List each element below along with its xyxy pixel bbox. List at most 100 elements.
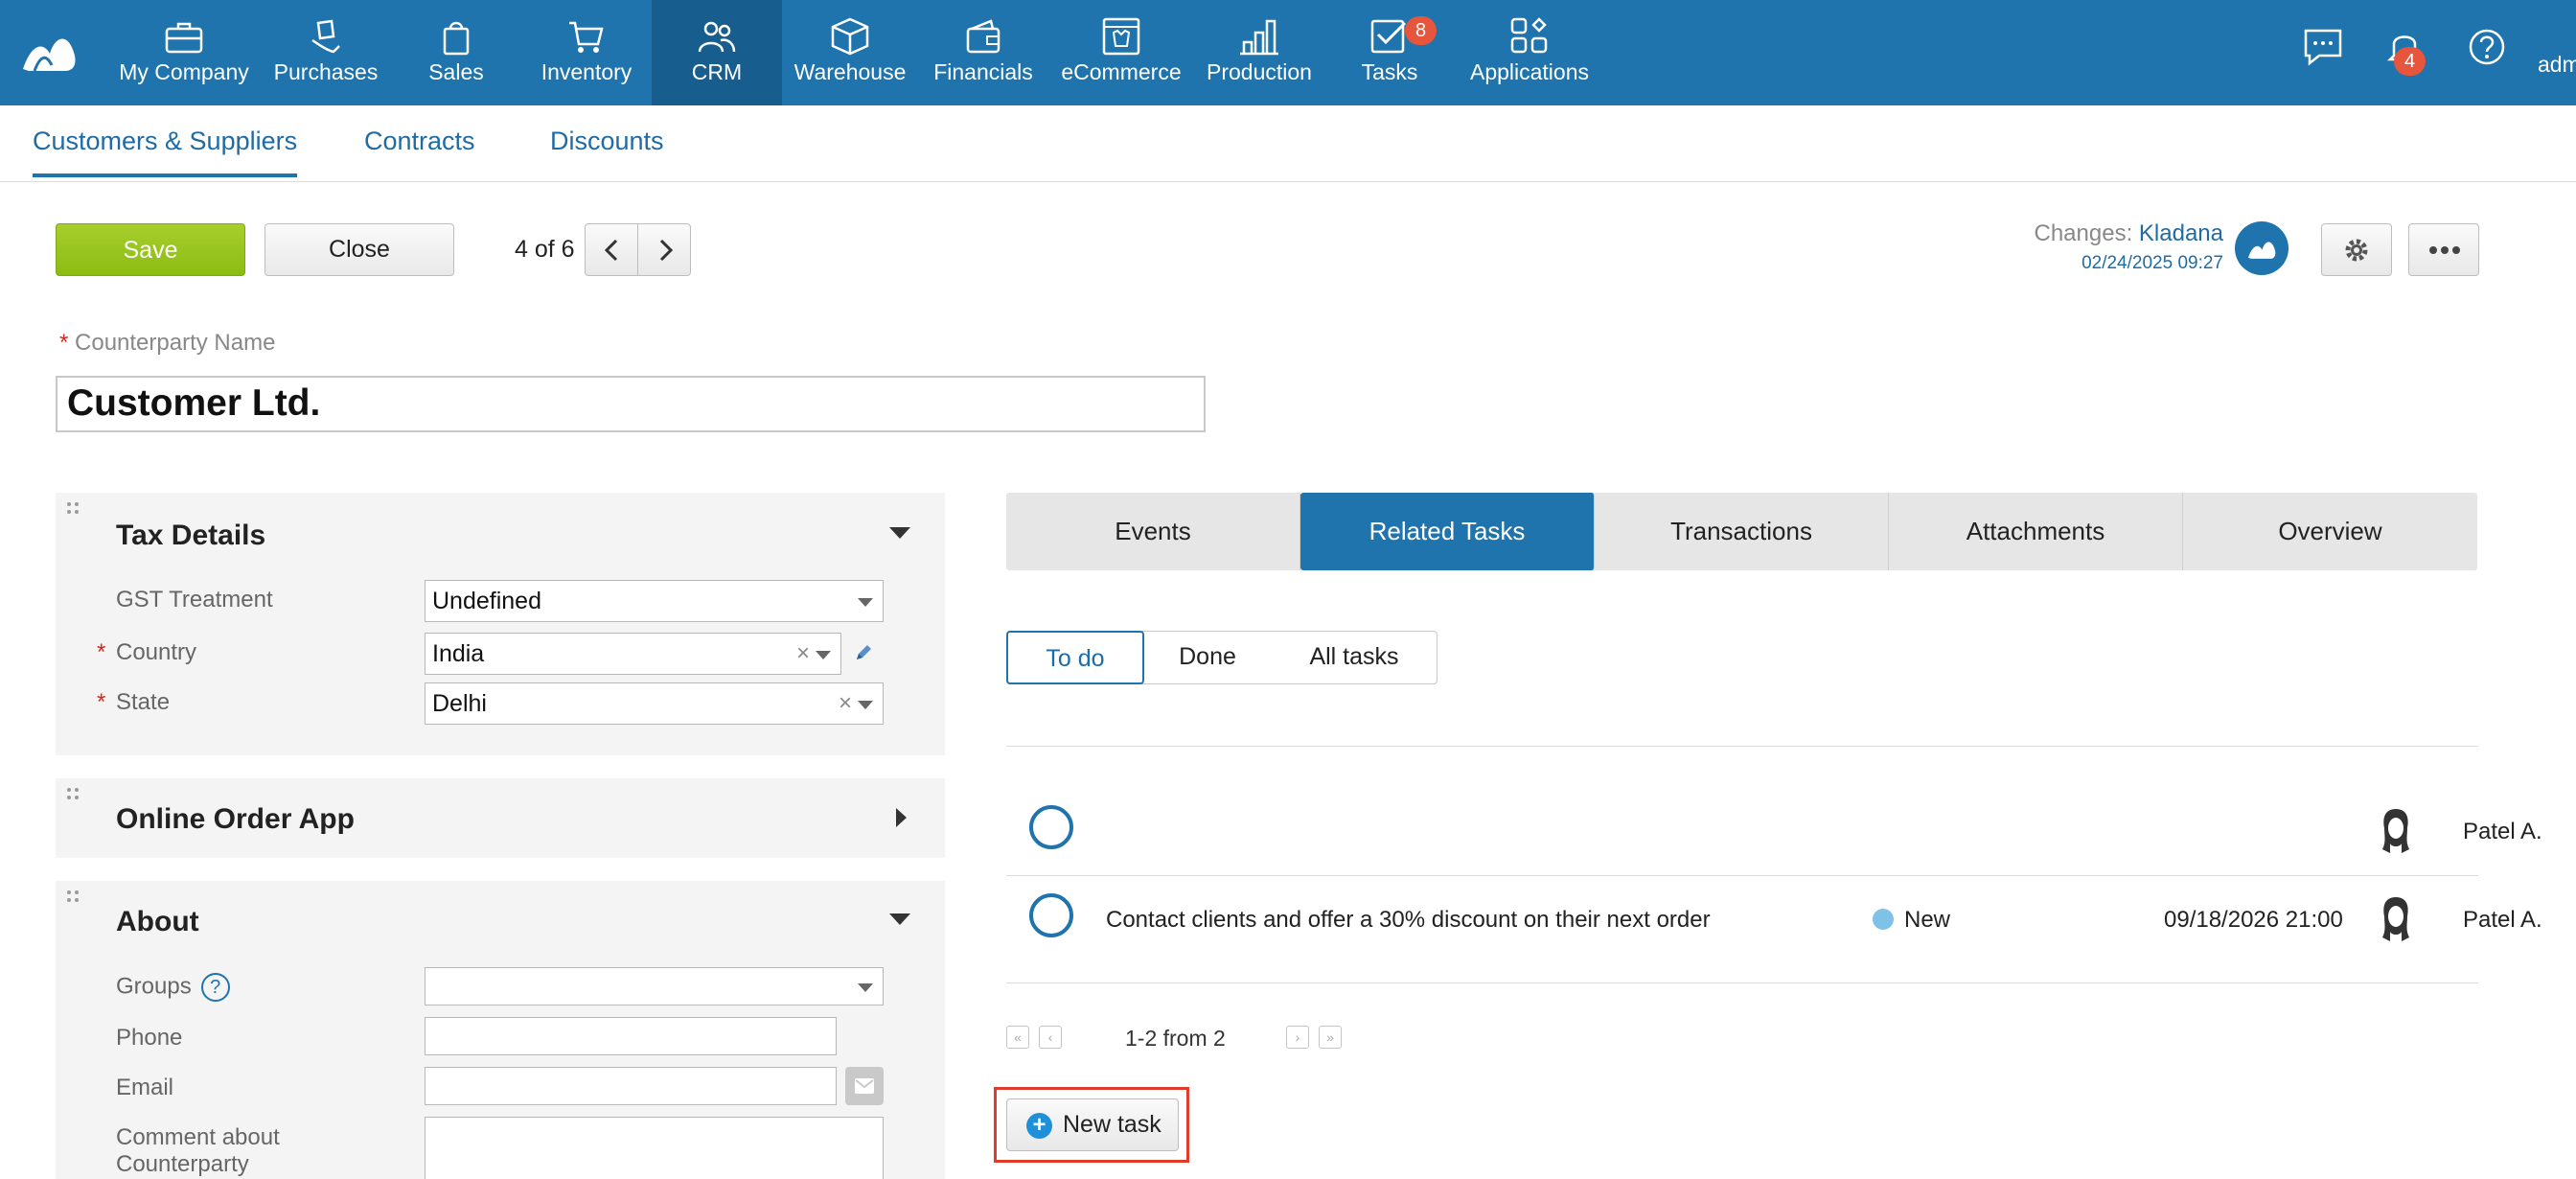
email-input[interactable] — [425, 1067, 837, 1105]
label-text: Country — [116, 639, 197, 665]
checkbox-icon — [1370, 19, 1407, 54]
counterparty-name-input[interactable]: Customer Ltd. — [56, 376, 1206, 432]
collapse-arrow-icon[interactable] — [889, 913, 910, 925]
pagination-summary: 1-2 from 2 — [1125, 1026, 1226, 1051]
nav-item-financials[interactable]: Financials — [918, 0, 1048, 105]
settings-button[interactable] — [2321, 223, 2392, 276]
task-complete-checkbox[interactable] — [1029, 805, 1073, 849]
more-actions-button[interactable] — [2408, 223, 2479, 276]
close-button[interactable]: Close — [264, 223, 454, 276]
task-status: New — [1904, 907, 1951, 933]
help-icon[interactable] — [2465, 25, 2509, 69]
new-task-button[interactable]: + New task — [1006, 1098, 1179, 1151]
help-icon[interactable]: ? — [200, 973, 230, 1002]
label-text: Counterparty — [116, 1151, 249, 1177]
filter-done[interactable]: Done — [1144, 631, 1271, 684]
country-select[interactable]: India × — [425, 633, 841, 675]
tab-events[interactable]: Events — [1006, 493, 1300, 570]
nav-label: Financials — [933, 59, 1033, 84]
drag-handle-icon[interactable] — [65, 500, 80, 516]
storefront-icon — [1102, 17, 1140, 56]
clear-icon[interactable]: × — [796, 634, 810, 674]
chevron-down-icon — [816, 651, 831, 659]
comment-textarea[interactable] — [425, 1117, 884, 1179]
app-logo-icon[interactable] — [21, 27, 77, 75]
filter-all-tasks[interactable]: All tasks — [1271, 631, 1438, 684]
chevron-down-icon — [858, 598, 873, 607]
nav-item-sales[interactable]: Sales — [391, 0, 521, 105]
nav-item-crm[interactable]: CRM — [652, 0, 782, 105]
tab-transactions[interactable]: Transactions — [1595, 493, 1889, 570]
factory-icon — [1240, 19, 1278, 56]
select-value: India — [432, 640, 485, 667]
user-menu[interactable]: adm — [2538, 52, 2576, 78]
panel-title[interactable]: Online Order App — [116, 803, 355, 836]
tab-overview[interactable]: Overview — [2183, 493, 2477, 570]
nav-item-my-company[interactable]: My Company — [107, 0, 261, 105]
grid-icon — [1510, 17, 1548, 54]
task-assignee: Patel A. — [2463, 907, 2542, 933]
save-button[interactable]: Save — [56, 223, 245, 276]
filter-to-do[interactable]: To do — [1006, 631, 1144, 684]
changes-date: 02/24/2025 09:27 — [2082, 253, 2223, 273]
box-icon — [831, 17, 869, 56]
clear-icon[interactable]: × — [839, 683, 852, 724]
label-text: Groups — [116, 973, 192, 1000]
assignee-avatar-icon — [2382, 809, 2409, 853]
changes-author[interactable]: Kladana — [2139, 220, 2223, 246]
next-page-button[interactable]: › — [1286, 1026, 1309, 1049]
collapse-arrow-icon[interactable] — [889, 527, 910, 539]
label-text: State — [116, 689, 171, 715]
expand-arrow-icon[interactable] — [896, 808, 907, 827]
people-icon — [698, 21, 736, 53]
panel-title[interactable]: Tax Details — [116, 520, 265, 552]
send-email-button[interactable] — [845, 1067, 884, 1105]
drag-handle-icon[interactable] — [65, 786, 80, 801]
subtab-discounts[interactable]: Discounts — [550, 127, 664, 156]
chevron-down-icon — [858, 983, 873, 992]
wallet-icon — [966, 19, 1000, 54]
nav-item-purchases[interactable]: Purchases — [261, 0, 391, 105]
previous-record-button[interactable] — [585, 223, 638, 276]
divider — [1006, 982, 2478, 983]
required-marker: * — [97, 639, 106, 665]
task-complete-checkbox[interactable] — [1029, 893, 1073, 937]
nav-item-warehouse[interactable]: Warehouse — [782, 0, 918, 105]
hand-bag-icon — [311, 19, 340, 54]
nav-label: eCommerce — [1061, 59, 1182, 84]
task-description[interactable]: Contact clients and offer a 30% discount… — [1106, 907, 1711, 934]
tab-related-tasks[interactable]: Related Tasks — [1300, 493, 1595, 570]
chat-icon[interactable] — [2302, 25, 2346, 69]
about-panel: About Groups? Phone Email Comment about C… — [56, 881, 945, 1179]
plus-icon: + — [1026, 1113, 1052, 1139]
notifications-badge: 4 — [2394, 47, 2426, 76]
drag-handle-icon[interactable] — [65, 889, 80, 904]
groups-select[interactable] — [425, 967, 884, 1006]
edit-pencil-icon[interactable] — [853, 642, 874, 663]
nav-item-tasks[interactable]: Tasks — [1324, 0, 1455, 105]
button-label: New task — [1063, 1111, 1162, 1138]
prev-page-button[interactable]: ‹ — [1039, 1026, 1062, 1049]
nav-label: Applications — [1469, 59, 1590, 84]
last-page-button[interactable]: » — [1319, 1026, 1342, 1049]
panel-title[interactable]: About — [116, 906, 199, 938]
subtab-customers-suppliers[interactable]: Customers & Suppliers — [33, 127, 298, 177]
required-marker: * — [59, 330, 69, 356]
nav-item-ecommerce[interactable]: eCommerce — [1048, 0, 1194, 105]
phone-input[interactable] — [425, 1017, 837, 1055]
tab-attachments[interactable]: Attachments — [1889, 493, 2183, 570]
gst-treatment-select[interactable]: Undefined — [425, 580, 884, 622]
nav-label: My Company — [119, 59, 249, 84]
nav-item-production[interactable]: Production — [1194, 0, 1324, 105]
nav-label: Purchases — [273, 59, 379, 84]
tasks-count-badge: 8 — [1405, 16, 1438, 45]
first-page-button[interactable]: « — [1006, 1026, 1029, 1049]
nav-item-applications[interactable]: Applications — [1455, 0, 1604, 105]
state-select[interactable]: Delhi × — [425, 682, 884, 725]
gst-treatment-label: GST Treatment — [116, 587, 273, 613]
next-record-button[interactable] — [637, 223, 691, 276]
nav-item-inventory[interactable]: Inventory — [521, 0, 652, 105]
online-order-app-panel: Online Order App — [56, 778, 945, 858]
subtab-contracts[interactable]: Contracts — [364, 127, 475, 156]
select-value: Delhi — [432, 690, 487, 717]
